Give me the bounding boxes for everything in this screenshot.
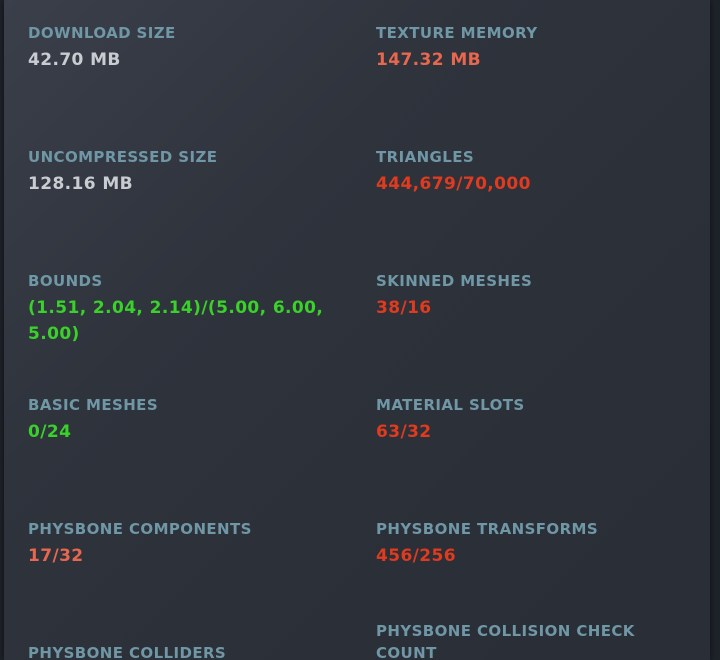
stat-label: PHYSBONE COMPONENTS — [28, 520, 252, 538]
stat-value: 0/24 — [28, 422, 72, 442]
stat-label: PHYSBONE COLLISION CHECK COUNT — [376, 622, 635, 660]
stat-triangles: TRIANGLES 444,679/70,000 — [376, 146, 696, 197]
stat-label: TRIANGLES — [376, 148, 475, 166]
stat-value: (1.51, 2.04, 2.14)/(5.00, 6.00, 5.00) — [28, 298, 324, 344]
stat-label: TEXTURE MEMORY — [376, 24, 538, 42]
stat-physbone-transforms: PHYSBONE TRANSFORMS 456/256 — [376, 518, 696, 569]
stat-physbone-components: PHYSBONE COMPONENTS 17/32 — [28, 518, 348, 569]
stat-value: 147.32 MB — [376, 50, 481, 70]
stat-label: PHYSBONE TRANSFORMS — [376, 520, 599, 538]
stat-material-slots: MATERIAL SLOTS 63/32 — [376, 394, 696, 445]
stat-value: 63/32 — [376, 422, 432, 442]
stat-value: 42.70 MB — [28, 50, 121, 70]
stat-label: BOUNDS — [28, 272, 103, 290]
stat-physbone-collision-check: PHYSBONE COLLISION CHECK COUNT — [376, 620, 676, 660]
stat-value: 17/32 — [28, 546, 84, 566]
stat-value: 128.16 MB — [28, 174, 133, 194]
stat-bounds: BOUNDS (1.51, 2.04, 2.14)/(5.00, 6.00, 5… — [28, 270, 338, 347]
stat-uncompressed-size: UNCOMPRESSED SIZE 128.16 MB — [28, 146, 348, 197]
stat-label: DOWNLOAD SIZE — [28, 24, 176, 42]
stat-value: 456/256 — [376, 546, 456, 566]
stat-download-size: DOWNLOAD SIZE 42.70 MB — [28, 22, 348, 73]
stat-label: SKINNED MESHES — [376, 272, 533, 290]
stat-physbone-colliders: PHYSBONE COLLIDERS — [28, 642, 348, 660]
stat-texture-memory: TEXTURE MEMORY 147.32 MB — [376, 22, 696, 73]
stat-label: BASIC MESHES — [28, 396, 159, 414]
stat-value: 38/16 — [376, 298, 432, 318]
stat-label: MATERIAL SLOTS — [376, 396, 525, 414]
stat-label: PHYSBONE COLLIDERS — [28, 644, 227, 660]
stat-basic-meshes: BASIC MESHES 0/24 — [28, 394, 348, 445]
stat-value: 444,679/70,000 — [376, 174, 531, 194]
avatar-performance-stats-panel: DOWNLOAD SIZE 42.70 MB TEXTURE MEMORY 14… — [4, 0, 710, 660]
stat-skinned-meshes: SKINNED MESHES 38/16 — [376, 270, 696, 321]
stat-label: UNCOMPRESSED SIZE — [28, 148, 218, 166]
